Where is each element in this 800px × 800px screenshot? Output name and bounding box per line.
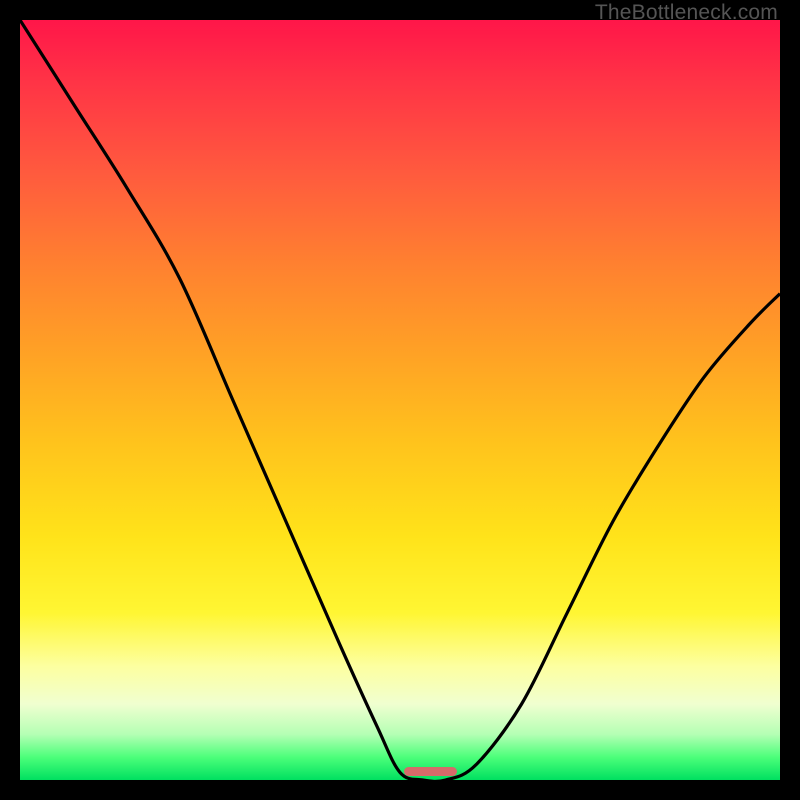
curve-path — [20, 20, 780, 780]
plot-area — [20, 20, 780, 780]
bottleneck-curve — [20, 20, 780, 780]
optimal-marker — [404, 767, 457, 776]
chart-frame: TheBottleneck.com — [0, 0, 800, 800]
watermark-text: TheBottleneck.com — [595, 1, 778, 25]
